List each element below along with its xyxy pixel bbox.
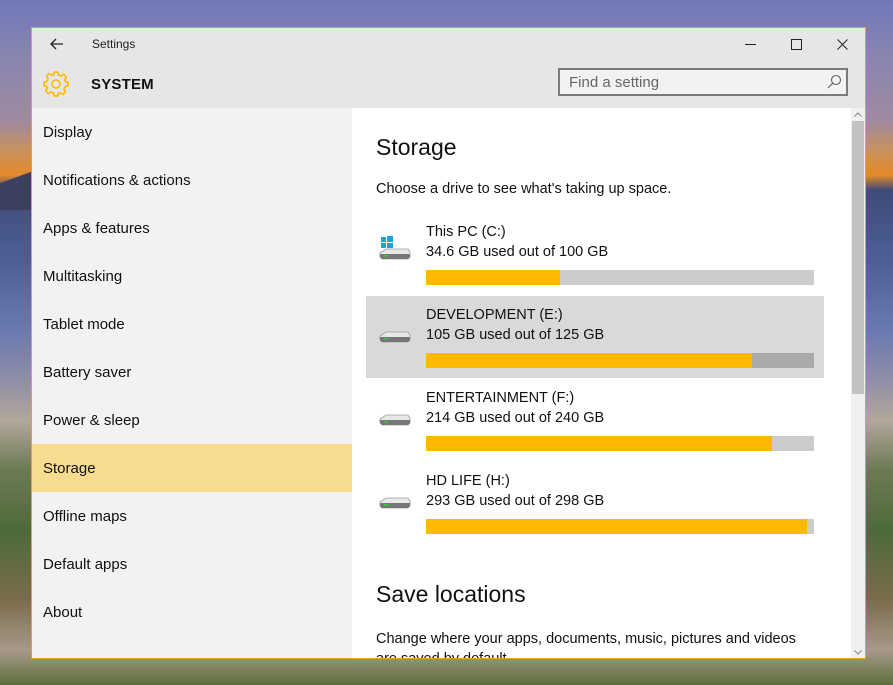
window-title: Settings [92,37,136,51]
sidebar-item-label: Tablet mode [43,315,125,333]
drive-usage: 293 GB used out of 298 GB [426,493,605,509]
scroll-up-button[interactable] [851,108,865,120]
sidebar-item-apps-features[interactable]: Apps & features [32,204,352,252]
back-button[interactable] [42,32,72,56]
drive-item[interactable]: DEVELOPMENT (E:) 105 GB used out of 125 … [366,296,824,378]
sidebar-item-label: About [43,603,83,621]
usage-bar [426,519,814,534]
drive-name: DEVELOPMENT (E:) [426,307,563,323]
chevron-down-icon [854,649,862,655]
usage-bar-fill [426,270,561,285]
drive-name: HD LIFE (H:) [426,473,510,489]
sidebar-item-tablet-mode[interactable]: Tablet mode [32,300,352,348]
content-pane: Storage Choose a drive to see what's tak… [352,108,865,658]
sidebar-item-label: Default apps [43,555,128,573]
usage-bar [426,436,814,451]
usage-bar-fill [426,353,752,368]
sidebar-item-multitasking[interactable]: Multitasking [32,252,352,300]
sidebar-item-power-sleep[interactable]: Power & sleep [32,396,352,444]
sidebar-item-display[interactable]: Display [32,108,352,156]
system-drive-icon [379,236,411,260]
gear-icon [43,71,69,97]
back-arrow-icon [50,38,63,50]
page-title: Storage [376,134,457,160]
sidebar-item-label: Multitasking [43,267,123,285]
settings-window: Settings SYSTEM Display Notifica [31,27,866,659]
usage-bar [426,353,814,368]
usage-bar [426,270,814,285]
search-input[interactable] [560,70,819,94]
scroll-down-button[interactable] [851,646,865,658]
drive-name: ENTERTAINMENT (F:) [426,390,575,406]
minimize-button[interactable] [727,28,773,60]
drive-item[interactable]: ENTERTAINMENT (F:) 214 GB used out of 24… [366,379,824,461]
maximize-button[interactable] [773,28,819,60]
chevron-up-icon [854,111,862,117]
sidebar-item-label: Storage [43,459,96,477]
sidebar-item-notifications[interactable]: Notifications & actions [32,156,352,204]
maximize-icon [790,38,802,50]
section-title: SYSTEM [91,76,154,93]
close-button[interactable] [819,28,865,60]
hard-drive-icon [379,331,411,343]
sidebar-item-label: Power & sleep [43,411,140,429]
sidebar-item-about[interactable]: About [32,588,352,636]
sidebar-item-default-apps[interactable]: Default apps [32,540,352,588]
sidebar-item-label: Offline maps [43,507,127,525]
search-icon[interactable] [826,74,842,90]
drive-name: This PC (C:) [426,224,506,240]
sidebar-item-label: Battery saver [43,363,132,381]
usage-bar-fill [426,436,772,451]
drive-usage: 105 GB used out of 125 GB [426,327,605,343]
usage-bar-fill [426,519,808,534]
page-description: Choose a drive to see what's taking up s… [376,181,672,197]
sidebar-item-storage[interactable]: Storage [32,444,352,492]
drive-item[interactable]: HD LIFE (H:) 293 GB used out of 298 GB [366,462,824,544]
vertical-scrollbar[interactable] [851,108,865,658]
drive-usage: 214 GB used out of 240 GB [426,410,605,426]
minimize-icon [744,43,756,45]
sidebar-item-label: Notifications & actions [43,171,191,189]
save-locations-description: Change where your apps, documents, music… [376,631,796,658]
settings-header: SYSTEM [32,60,865,108]
sidebar-item-label: Apps & features [43,219,150,237]
sidebar-item-offline-maps[interactable]: Offline maps [32,492,352,540]
drive-item[interactable]: This PC (C:) 34.6 GB used out of 100 GB [366,213,824,295]
drive-usage: 34.6 GB used out of 100 GB [426,244,609,260]
save-locations-title: Save locations [376,581,526,607]
scrollbar-thumb[interactable] [852,121,864,394]
search-box[interactable] [558,68,848,96]
sidebar-item-label: Display [43,123,93,141]
hard-drive-icon [379,497,411,509]
sidebar-nav: Display Notifications & actions Apps & f… [32,108,352,658]
hard-drive-icon [379,414,411,426]
title-bar: Settings [32,28,865,60]
close-icon [836,38,848,50]
sidebar-item-battery-saver[interactable]: Battery saver [32,348,352,396]
